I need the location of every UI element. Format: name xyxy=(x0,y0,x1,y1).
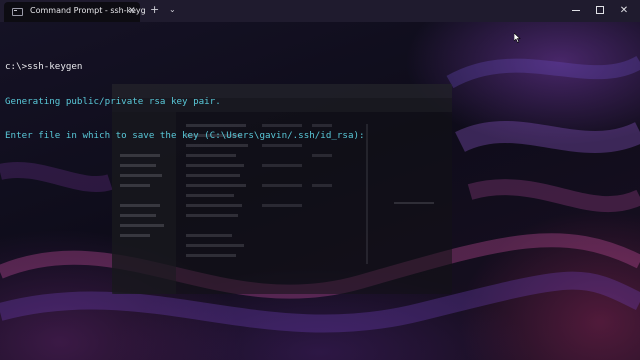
terminal-line-prompt: Enter file in which to save the key (C:\… xyxy=(5,130,365,141)
tab-command-prompt[interactable]: Command Prompt - ssh-keyg ✕ xyxy=(4,2,146,22)
terminal-line-command: c:\>ssh-keygen xyxy=(5,61,83,72)
mouse-cursor-icon xyxy=(513,28,521,47)
close-icon: ✕ xyxy=(619,5,629,16)
chevron-down-icon[interactable]: ⌄ xyxy=(169,4,176,16)
new-tab-button[interactable]: + xyxy=(150,3,159,17)
close-window-button[interactable]: ✕ xyxy=(610,0,638,22)
terminal-line-output: Generating public/private rsa key pair. xyxy=(5,95,221,107)
terminal-output[interactable]: c:\>ssh-keygen Generating public/private… xyxy=(5,38,365,153)
title-bar: Command Prompt - ssh-keyg ✕ + ⌄ ✕ xyxy=(0,0,640,22)
maximize-icon xyxy=(596,6,604,14)
minimize-icon xyxy=(572,9,580,11)
close-tab-icon[interactable]: ✕ xyxy=(128,6,136,16)
terminal-icon xyxy=(12,8,23,16)
